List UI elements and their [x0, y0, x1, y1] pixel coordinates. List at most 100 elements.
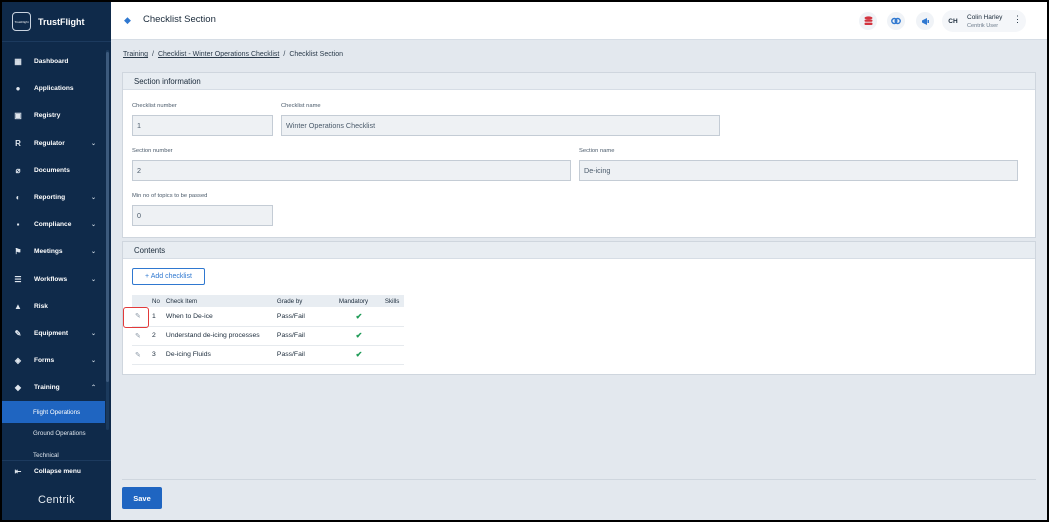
- section-name-label: Section name: [579, 148, 615, 154]
- link-icon: [891, 17, 901, 25]
- breadcrumb-checklist[interactable]: Checklist - Winter Operations Checklist: [158, 51, 279, 58]
- workflows-icon: ☰: [14, 274, 22, 284]
- edit-cell: ✎: [132, 326, 149, 346]
- column-header-check-item: Check Item: [162, 295, 274, 307]
- chevron-down-icon: ⌄: [90, 140, 96, 147]
- sidebar-item-label: Documents: [34, 166, 70, 174]
- sidebar-scroll-thumb[interactable]: [106, 52, 109, 382]
- sidebar-item-label: Workflows: [34, 275, 68, 283]
- edit-icon[interactable]: ✎: [135, 352, 141, 359]
- user-role: Centrik User: [967, 23, 999, 29]
- column-header-grade-by: Grade by: [273, 295, 336, 307]
- brand-name: TrustFlight: [38, 16, 85, 27]
- row-number: 2: [149, 326, 163, 346]
- sidebar-item-applications[interactable]: ● Applications: [2, 75, 105, 102]
- breadcrumb-training[interactable]: Training: [123, 51, 148, 58]
- megaphone-icon: [921, 17, 929, 25]
- sidebar-subitem-flight-operations[interactable]: Flight Operations: [2, 401, 105, 423]
- sidebar-item-equipment[interactable]: ✎ Equipment ⌄: [2, 320, 105, 347]
- user-icon: ●: [15, 84, 21, 94]
- row-number: 3: [149, 345, 163, 365]
- sidebar-item-training[interactable]: ◆ Training ⌃: [2, 374, 105, 401]
- edit-cell: ✎: [132, 345, 149, 365]
- sidebar: TrustFlight TrustFlight ▦ Dashboard ● Ap…: [2, 2, 111, 520]
- database-icon: [864, 16, 872, 25]
- database-button[interactable]: [859, 12, 877, 30]
- column-header-skills: Skills: [381, 295, 404, 307]
- sidebar-item-dashboard[interactable]: ▦ Dashboard: [2, 48, 105, 75]
- sidebar-item-regulator[interactable]: R Regulator ⌄: [2, 130, 105, 157]
- link-button[interactable]: [887, 12, 905, 30]
- sidebar-item-documents[interactable]: ⌀ Documents: [2, 157, 105, 184]
- checklist-number-field[interactable]: 1: [132, 115, 273, 136]
- sidebar-item-label: Equipment: [34, 329, 69, 337]
- sidebar-item-label: Reporting: [34, 194, 66, 202]
- avatar: CH: [948, 17, 958, 25]
- user-menu[interactable]: CH Colin Harley Centrik User ⋮: [942, 10, 1026, 32]
- sidebar-item-label: Registry: [34, 112, 61, 120]
- save-button[interactable]: Save: [122, 487, 162, 509]
- skills-cell: [381, 326, 404, 346]
- sidebar-item-risk[interactable]: ▲ Risk: [2, 293, 105, 320]
- sidebar-subitem-ground-operations[interactable]: Ground Operations: [2, 423, 105, 445]
- section-name-field[interactable]: De-icing: [579, 160, 1018, 181]
- sidebar-item-label: Compliance: [34, 221, 72, 229]
- dashboard-icon: ▦: [14, 57, 22, 67]
- check-item: De-icing Fluids: [162, 345, 274, 365]
- sidebar-item-reporting[interactable]: ◐ Reporting ⌄: [2, 184, 105, 211]
- check-item: Understand de-icing processes: [162, 326, 274, 346]
- sidebar-item-registry[interactable]: ▣ Registry: [2, 102, 105, 129]
- sidebar-item-meetings[interactable]: ⚑ Meetings ⌄: [2, 238, 105, 265]
- sidebar-item-label: Risk: [34, 302, 48, 310]
- row-number: 1: [149, 307, 163, 327]
- column-header-mandatory: Mandatory: [335, 295, 382, 307]
- graduation-cap-icon: ◆: [14, 383, 22, 393]
- announcement-button[interactable]: [916, 12, 934, 30]
- checklist-name-field[interactable]: Winter Operations Checklist: [281, 115, 720, 136]
- sidebar-item-label: Training: [34, 384, 60, 392]
- centrik-logo: Centrik: [38, 494, 75, 506]
- breadcrumb-separator: /: [152, 51, 154, 58]
- contents-heading: Contents: [123, 242, 1035, 259]
- app-frame: TrustFlight TrustFlight ▦ Dashboard ● Ap…: [2, 2, 1047, 520]
- sidebar-item-forms[interactable]: ◈ Forms ⌄: [2, 347, 105, 374]
- check-item: When to De-ice: [162, 307, 274, 327]
- registry-icon: ▣: [14, 111, 22, 121]
- breadcrumb: Training / Checklist - Winter Operations C…: [123, 51, 343, 58]
- grade-by: Pass/Fail: [273, 326, 336, 346]
- footer-divider: [122, 479, 1036, 480]
- checkmark-icon: ✔: [355, 311, 363, 321]
- shield-icon: ◐: [15, 193, 21, 203]
- sidebar-item-label: Applications: [34, 85, 74, 93]
- add-checklist-button[interactable]: + Add checklist: [132, 268, 205, 285]
- section-number-field[interactable]: 2: [132, 160, 571, 181]
- brand[interactable]: TrustFlight TrustFlight: [2, 2, 111, 42]
- mandatory-cell: ✔: [335, 326, 382, 346]
- sidebar-nav: ▦ Dashboard ● Applications ▣ Registry R …: [2, 48, 105, 466]
- user-name: Colin Harley: [967, 14, 1003, 21]
- chevron-down-icon: ⌄: [90, 222, 96, 229]
- mandatory-cell: ✔: [335, 345, 382, 365]
- checklist-name-label: Checklist name: [281, 103, 321, 109]
- checklist-table: No Check Item Grade by Mandatory Skills …: [132, 295, 404, 365]
- breadcrumb-current: Checklist Section: [289, 51, 344, 58]
- sidebar-item-workflows[interactable]: ☰ Workflows ⌄: [2, 266, 105, 293]
- skills-cell: [381, 307, 404, 327]
- contents-panel: Contents + Add checklist No Check Item G…: [122, 241, 1036, 375]
- collapse-menu-button[interactable]: ⇤ Collapse menu: [2, 460, 111, 482]
- meetings-icon: ⚑: [14, 247, 22, 257]
- table-row: ✎ 1 When to De-ice Pass/Fail ✔: [132, 307, 404, 327]
- paperclip-icon: ⌀: [15, 165, 21, 175]
- more-vertical-icon[interactable]: ⋮: [1013, 14, 1022, 25]
- section-information-panel: Section information Checklist number 1 C…: [122, 72, 1036, 238]
- edit-icon[interactable]: ✎: [135, 333, 141, 340]
- breadcrumb-separator: /: [283, 51, 286, 58]
- checklist-number-label: Checklist number: [132, 103, 177, 109]
- skills-cell: [381, 345, 404, 365]
- min-topics-field[interactable]: 0: [132, 205, 273, 226]
- checkmark-icon: ✔: [355, 350, 363, 359]
- chevron-up-icon: ⌃: [90, 385, 96, 392]
- sidebar-item-compliance[interactable]: ▪ Compliance ⌄: [2, 211, 105, 238]
- forms-icon: ◈: [14, 356, 22, 366]
- chevron-down-icon: ⌄: [90, 195, 96, 202]
